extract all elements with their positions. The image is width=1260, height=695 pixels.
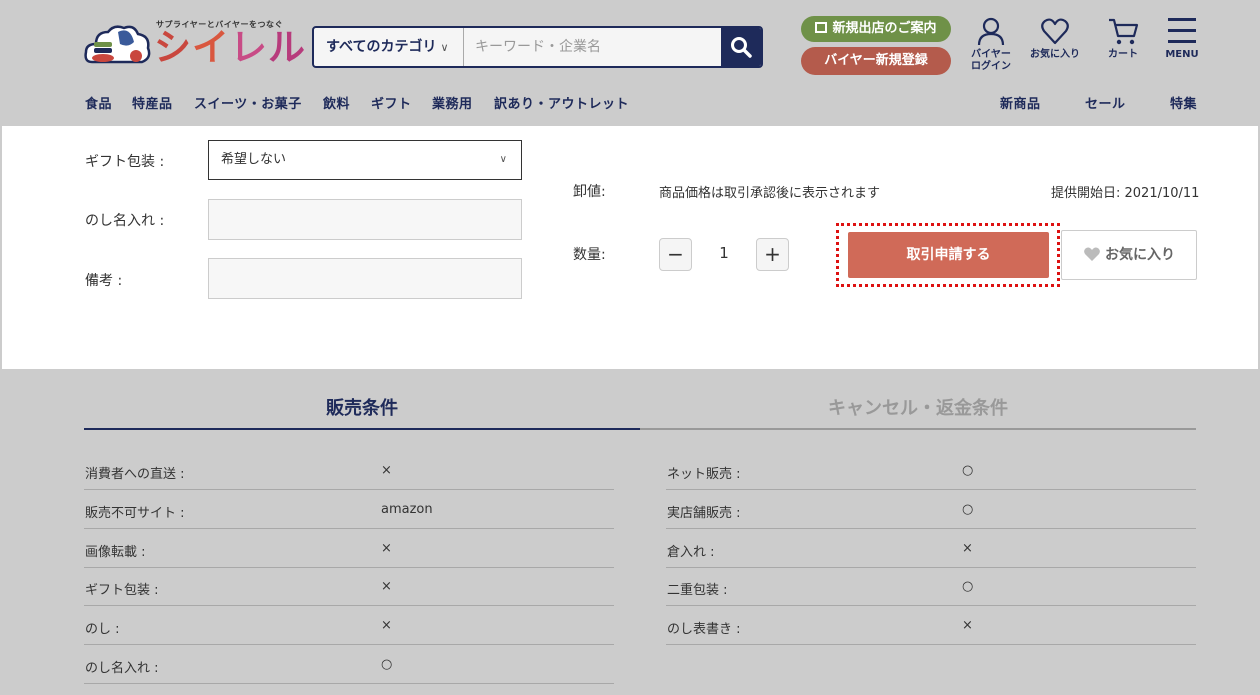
search-icon (731, 37, 752, 58)
condition-value: amazon (381, 502, 433, 517)
buyer-register-button[interactable]: バイヤー新規登録 (801, 47, 951, 75)
nav-item-gift[interactable]: ギフト (371, 93, 412, 112)
favorites-label: お気に入り (1030, 49, 1080, 60)
condition-row: のし名入れ : ○ (84, 645, 614, 684)
logo-char: シ (154, 26, 192, 69)
condition-row: ネット販売 : ○ (666, 451, 1196, 490)
hamburger-icon (1168, 18, 1196, 43)
quantity-label: 数量: (573, 247, 606, 263)
condition-key: 消費者への直送 : (85, 467, 185, 482)
condition-value: × (962, 541, 973, 556)
chevron-down-icon: ∨ (499, 154, 507, 165)
favorites-link[interactable]: お気に入り (1026, 16, 1084, 61)
cart-icon (1109, 18, 1139, 45)
condition-value: ○ (381, 657, 393, 672)
nav-item-sale[interactable]: セール (1085, 93, 1126, 112)
condition-row: ギフト包装 : × (84, 567, 614, 606)
condition-key: 実店舗販売 : (667, 506, 741, 521)
condition-value: × (381, 541, 392, 556)
purchase-panel: ギフト包装 : 希望しない ∨ のし名入れ : 備考 : 卸値: 商品価格は取引… (2, 126, 1258, 369)
quantity-plus-button[interactable]: + (756, 238, 789, 271)
menu-label: MENU (1165, 49, 1199, 60)
condition-value: × (381, 618, 392, 633)
site-logo[interactable]: サプライヤーとバイヤーをつなぐ シイレル (84, 18, 305, 68)
search-category-select[interactable]: すべてのカテゴリ ∨ (314, 28, 464, 66)
condition-key: 二重包装 : (667, 583, 728, 598)
condition-value: × (962, 618, 973, 633)
start-date: 提供開始日: 2021/10/11 (1051, 186, 1200, 201)
quantity-value[interactable]: 1 (714, 244, 734, 262)
condition-value: × (381, 579, 392, 594)
buyer-login-label: バイヤー ログイン (971, 49, 1011, 72)
search-category-label: すべてのカテゴリ (326, 39, 437, 55)
search-button[interactable] (721, 28, 761, 66)
nav-item-sweets[interactable]: スイーツ・お菓子 (194, 93, 302, 112)
condition-key: ネット販売 : (667, 467, 741, 482)
search-input[interactable] (465, 28, 721, 66)
condition-key: 倉入れ : (667, 545, 715, 560)
note-input[interactable] (208, 258, 522, 299)
logo-wordmark: シイレル (154, 28, 306, 68)
nav-item-new[interactable]: 新商品 (1000, 93, 1041, 112)
gift-wrap-label: ギフト包装 : (85, 154, 165, 170)
condition-key: 販売不可サイト : (85, 506, 185, 521)
quantity-minus-button[interactable]: − (659, 238, 692, 271)
condition-row: 画像転載 : × (84, 529, 614, 568)
heart-icon (1084, 247, 1100, 261)
condition-value: ○ (962, 502, 974, 517)
store-icon (815, 22, 828, 33)
note-label: 備考 : (85, 273, 123, 289)
noshi-name-label: のし名入れ : (85, 213, 165, 229)
user-icon (977, 17, 1005, 46)
nav-item-business[interactable]: 業務用 (432, 93, 473, 112)
condition-row: のし表書き : × (666, 606, 1196, 645)
tab-cancel-conditions[interactable]: キャンセル・返金条件 (640, 394, 1196, 430)
gift-wrap-select[interactable]: 希望しない ∨ (208, 140, 522, 180)
condition-key: のし表書き : (667, 622, 741, 637)
price-value: 商品価格は取引承認後に表示されます (659, 186, 881, 201)
new-shop-guide-button[interactable]: 新規出店のご案内 (801, 16, 951, 42)
price-label: 卸値: (573, 184, 606, 200)
nav-item-feature[interactable]: 特集 (1170, 93, 1197, 112)
search-bar: すべてのカテゴリ ∨ (312, 26, 763, 68)
menu-button[interactable]: MENU (1160, 16, 1204, 61)
cart-label: カート (1108, 49, 1138, 60)
nav-item-drinks[interactable]: 飲料 (323, 93, 350, 112)
logo-char: ル (268, 26, 306, 69)
condition-value: ○ (962, 463, 974, 478)
site-header: サプライヤーとバイヤーをつなぐ シイレル すべてのカテゴリ∨ 新規出店のご案内 … (0, 0, 1260, 126)
condition-row: 消費者への直送 : × (84, 451, 614, 490)
logo-char: レ (230, 26, 268, 69)
logo-char: イ (192, 26, 230, 69)
chevron-down-icon: ∨ (440, 41, 449, 54)
condition-key: ギフト包装 : (85, 583, 159, 598)
condition-value: × (381, 463, 392, 478)
nav-item-outlet[interactable]: 訳あり・アウトレット (494, 93, 629, 112)
condition-row: 実店舗販売 : ○ (666, 490, 1196, 529)
trade-request-button[interactable]: 取引申請する (848, 232, 1049, 278)
noshi-name-input[interactable] (208, 199, 522, 240)
gift-wrap-value: 希望しない (221, 152, 287, 167)
cart-link[interactable]: カート (1098, 16, 1148, 61)
condition-row: 倉入れ : × (666, 529, 1196, 568)
nav-item-food[interactable]: 食品 (85, 93, 112, 112)
tab-sales-conditions[interactable]: 販売条件 (84, 394, 640, 430)
add-favorite-button[interactable]: お気に入り (1061, 230, 1197, 280)
condition-row: 二重包装 : ○ (666, 567, 1196, 606)
new-shop-guide-label: 新規出店のご案内 (832, 21, 937, 36)
logo-cloud-icon (84, 25, 151, 64)
condition-row: のし : × (84, 606, 614, 645)
buyer-login-link[interactable]: バイヤー ログイン (965, 16, 1017, 73)
condition-value: ○ (962, 579, 974, 594)
heart-icon (1041, 18, 1069, 45)
nav-item-specialty[interactable]: 特産品 (132, 93, 173, 112)
condition-key: 画像転載 : (85, 545, 146, 560)
condition-row: 販売不可サイト : amazon (84, 490, 614, 529)
condition-key: のし : (85, 622, 120, 637)
condition-key: のし名入れ : (85, 661, 159, 676)
add-favorite-label: お気に入り (1105, 247, 1175, 263)
